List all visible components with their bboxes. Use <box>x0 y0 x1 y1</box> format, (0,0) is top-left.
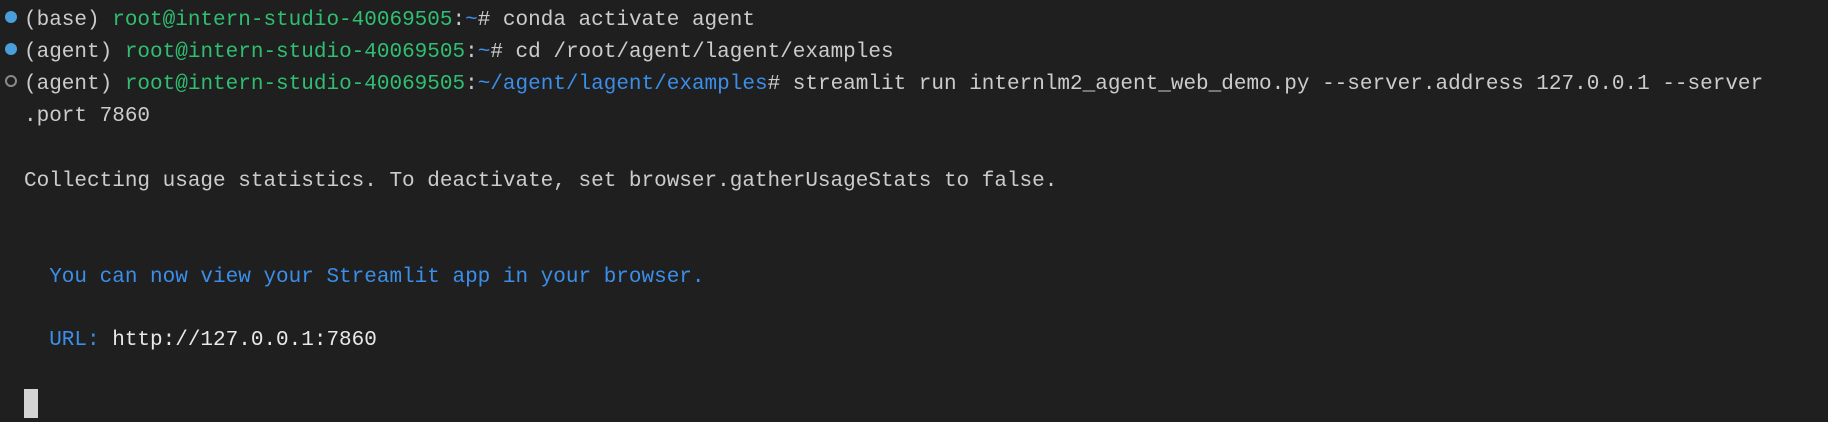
command-text: conda activate agent <box>502 9 755 32</box>
prompt-env: (base) <box>24 9 113 32</box>
output-stats-message: Collecting usage statistics. To deactiva… <box>24 170 1058 193</box>
prompt-user-host: root@intern-studio-40069505 <box>112 9 453 32</box>
prompt-env: (agent) <box>24 41 125 64</box>
prompt-user-host: root@intern-studio-40069505 <box>124 41 466 64</box>
output-view-message: You can now view your Streamlit app in y… <box>24 266 705 289</box>
prompt-hash: # <box>477 9 503 32</box>
prompt-path: ~ <box>465 9 478 32</box>
terminal-line-3-wrap: .port 7860 <box>24 101 150 133</box>
output-url-line: URL: http://127.0.0.1:7860 <box>24 325 377 357</box>
prompt-separator: : <box>465 41 478 64</box>
command-status-marker[interactable] <box>5 43 17 55</box>
prompt-path: ~ <box>477 41 491 64</box>
prompt-separator: : <box>465 73 478 96</box>
prompt-separator: : <box>452 9 466 32</box>
prompt-env: (agent) <box>24 73 125 96</box>
terminal-line-3: (agent) root@intern-studio-40069505:~/ag… <box>24 69 1763 101</box>
terminal-line-1: (base) root@intern-studio-40069505:~# co… <box>24 5 755 37</box>
prompt-hash: # <box>767 73 793 96</box>
prompt-user-host: root@intern-studio-40069505 <box>124 73 466 96</box>
terminal-cursor <box>24 389 38 418</box>
url-label: URL: <box>24 329 113 352</box>
terminal-window[interactable]: (base) root@intern-studio-40069505:~# co… <box>0 0 1828 422</box>
command-running-marker[interactable] <box>5 75 17 87</box>
command-text-wrap: .port 7860 <box>24 105 151 128</box>
url-link[interactable]: http://127.0.0.1:7860 <box>112 329 377 352</box>
prompt-hash: # <box>490 41 516 64</box>
command-text: cd /root/agent/lagent/examples <box>515 41 894 64</box>
command-status-marker[interactable] <box>5 11 17 23</box>
terminal-line-2: (agent) root@intern-studio-40069505:~# c… <box>24 37 894 69</box>
command-text: streamlit run internlm2_agent_web_demo.p… <box>792 73 1764 96</box>
prompt-path: ~/agent/lagent/examples <box>477 73 768 96</box>
